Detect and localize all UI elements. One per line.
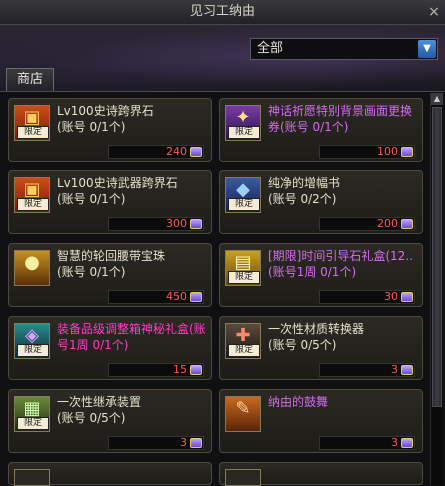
currency-icon	[190, 365, 202, 375]
item-name: 纳由的鼓舞	[268, 395, 329, 409]
item-name: 智慧的轮回腰带宝珠 (账号 0/1个)	[57, 249, 166, 279]
limited-badge: 限定	[228, 198, 260, 211]
item-price: 15	[173, 363, 187, 376]
price-box: 3	[108, 436, 204, 450]
item-name: 一次性继承装置 (账号 0/5个)	[57, 395, 142, 425]
scroll-icon[interactable]: ✎	[225, 396, 261, 432]
icon-glyph: ✎	[235, 398, 251, 419]
shop-item-card[interactable]	[8, 462, 212, 486]
item-name: 一次性材质转换器 (账号 0/5个)	[268, 322, 365, 352]
ticket-icon[interactable]: ✦ 限定	[225, 105, 261, 141]
currency-icon	[401, 438, 413, 448]
currency-icon	[401, 147, 413, 157]
currency-icon	[190, 147, 202, 157]
tab-shop[interactable]: 商店	[6, 68, 54, 91]
category-filter-value: 全部	[257, 41, 284, 56]
item-price: 240	[166, 145, 187, 158]
price-box: 15	[108, 363, 204, 377]
shop-item-card[interactable]: ✦ 限定 神话祈愿特别背景画面更换券(账号 0/1个) 100	[219, 98, 423, 162]
chevron-down-icon[interactable]: ▼	[418, 40, 436, 58]
price-box: 100	[319, 145, 415, 159]
scrollbar[interactable]: ▲	[430, 93, 443, 485]
limited-badge: 限定	[17, 344, 49, 357]
window-title: 见习工纳由	[189, 4, 255, 19]
orb-icon[interactable]: ●	[14, 250, 50, 286]
fire-box-icon[interactable]: ▣ 限定	[14, 105, 50, 141]
item-name: 装备品级调整箱神秘礼盒(账号1周 0/1个)	[57, 322, 206, 352]
shop-item-card[interactable]: ✚ 限定 一次性材质转换器 (账号 0/5个) 3	[219, 316, 423, 380]
fire-box-icon[interactable]: ▣ 限定	[14, 177, 50, 213]
window-title-bar: 见习工纳由 ×	[0, 0, 445, 25]
price-box: 30	[319, 290, 415, 304]
scroll-up-icon[interactable]: ▲	[431, 93, 443, 105]
price-box: 300	[108, 217, 204, 231]
currency-icon	[190, 438, 202, 448]
item-name: Lv100史诗跨界石 (账号 0/1个)	[57, 104, 154, 134]
gift-box-icon[interactable]: ▤ 限定	[225, 250, 261, 286]
inherit-device-icon[interactable]: ▦ 限定	[14, 396, 50, 432]
price-box: 450	[108, 290, 204, 304]
scroll-thumb[interactable]	[432, 107, 442, 407]
currency-icon	[190, 292, 202, 302]
item-icon	[225, 469, 261, 486]
price-box: 200	[319, 217, 415, 231]
shop-item-card[interactable]: ▤ 限定 [期限]时间引导石礼盒(12..(账号1周 0/1个) 30	[219, 243, 423, 307]
shop-item-card[interactable]: ▦ 限定 一次性继承装置 (账号 0/5个) 3	[8, 389, 212, 453]
currency-icon	[401, 365, 413, 375]
item-price: 3	[391, 436, 398, 449]
limited-badge: 限定	[228, 271, 260, 284]
limited-badge: 限定	[228, 126, 260, 139]
book-icon[interactable]: ◆ 限定	[225, 177, 261, 213]
price-box: 240	[108, 145, 204, 159]
item-price: 450	[166, 290, 187, 303]
mystery-box-icon[interactable]: ◈ 限定	[14, 323, 50, 359]
currency-icon	[190, 219, 202, 229]
item-price: 3	[391, 363, 398, 376]
shop-item-card[interactable]: ◈ 限定 装备品级调整箱神秘礼盒(账号1周 0/1个) 15	[8, 316, 212, 380]
item-name: 纯净的增幅书 (账号 0/2个)	[268, 176, 341, 206]
category-filter-dropdown[interactable]: 全部 ▼	[250, 38, 438, 60]
shop-item-card[interactable]: ▣ 限定 Lv100史诗武器跨界石 (账号 0/1个) 300	[8, 170, 212, 234]
limited-badge: 限定	[17, 417, 49, 430]
item-price: 30	[384, 290, 398, 303]
item-price: 300	[166, 217, 187, 230]
item-icon	[14, 469, 50, 486]
limited-badge: 限定	[17, 126, 49, 139]
item-name: 神话祈愿特别背景画面更换券(账号 0/1个)	[268, 104, 413, 134]
limited-badge: 限定	[17, 198, 49, 211]
header-background-art	[0, 25, 445, 95]
item-name: [期限]时间引导石礼盒(12..(账号1周 0/1个)	[268, 249, 413, 279]
converter-icon[interactable]: ✚ 限定	[225, 323, 261, 359]
currency-icon	[401, 292, 413, 302]
shop-item-card[interactable]	[219, 462, 423, 486]
shop-item-card[interactable]: ◆ 限定 纯净的增幅书 (账号 0/2个) 200	[219, 170, 423, 234]
item-price: 200	[377, 217, 398, 230]
limited-badge: 限定	[228, 344, 260, 357]
shop-item-card[interactable]: ● 智慧的轮回腰带宝珠 (账号 0/1个) 450	[8, 243, 212, 307]
close-icon[interactable]: ×	[423, 0, 445, 24]
item-name: Lv100史诗武器跨界石 (账号 0/1个)	[57, 176, 178, 206]
tab-shop-label: 商店	[16, 72, 43, 87]
shop-item-card[interactable]: ▣ 限定 Lv100史诗跨界石 (账号 0/1个) 240	[8, 98, 212, 162]
shop-item-card[interactable]: ✎ 纳由的鼓舞 3	[219, 389, 423, 453]
item-price: 3	[180, 436, 187, 449]
item-price: 100	[377, 145, 398, 158]
price-box: 3	[319, 363, 415, 377]
price-box: 3	[319, 436, 415, 450]
currency-icon	[401, 219, 413, 229]
icon-glyph: ●	[24, 252, 40, 273]
